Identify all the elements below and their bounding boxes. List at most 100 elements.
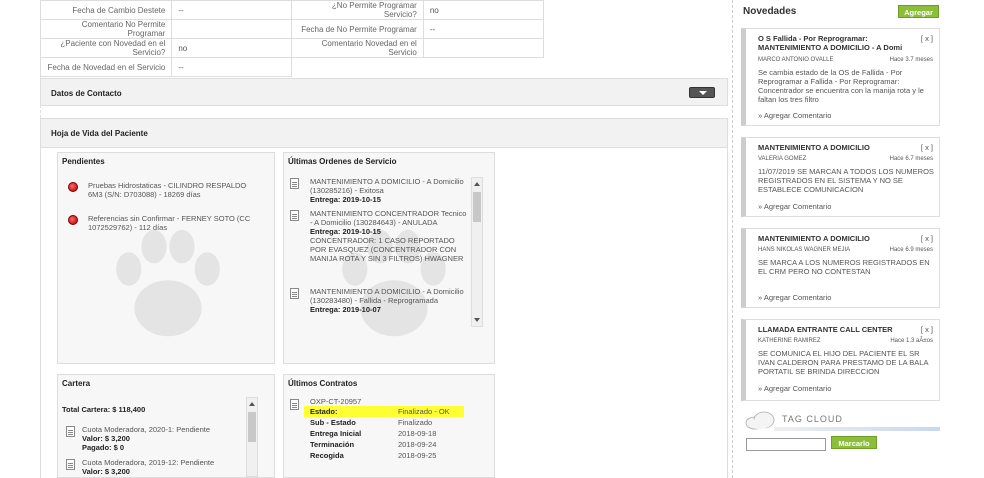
contrato-code[interactable]: OXP-CT-20957	[310, 397, 361, 406]
field-label: ¿Paciente con Novedad en el Servicio?	[39, 38, 173, 58]
novedad-ago: Hace 3.7 meses	[889, 57, 933, 63]
novedad-card: MANTENIMIENTO A DOMICILIO [ x ] VALERIA …	[741, 137, 940, 217]
contrato-key: Terminación	[310, 440, 355, 449]
orden-item[interactable]: MANTENIMIENTO CONCENTRADOR Tecnico - A D…	[290, 209, 468, 263]
field-label: Fecha de No Permite Programar	[291, 19, 424, 39]
pendientes-title: Pendientes	[62, 157, 105, 166]
novedad-title: LLAMADA ENTRANTE CALL CENTER	[758, 325, 893, 334]
novedad-body: SE MARCA A LOS NUMEROS REGISTRADOS EN EL…	[758, 258, 930, 276]
marcarlo-button[interactable]: Marcarlo	[831, 436, 877, 449]
pendiente-text: Pruebas Hidrostaticas - CILINDRO RESPALD…	[88, 181, 247, 199]
document-icon	[290, 210, 299, 221]
close-button[interactable]: [ x ]	[921, 143, 933, 152]
add-comment-link[interactable]: » Agregar Comentario	[758, 111, 831, 120]
field-label: Fecha de Novedad en el Servicio	[39, 57, 173, 77]
novedad-card: MANTENIMIENTO A DOMICILIO [ x ] HANS NIK…	[741, 228, 940, 308]
tag-cloud-divider	[774, 427, 940, 431]
cartera-item-pagado: Pagado: $ 0	[82, 443, 125, 452]
agregar-button[interactable]: Agregar	[898, 5, 939, 18]
novedad-ago: Hace 6.9 meses	[889, 247, 933, 253]
contrato-key: Entrega Inicial	[310, 429, 362, 438]
scroll-thumb[interactable]	[248, 412, 256, 442]
cartera-item[interactable]: Cuota Moderadora, 2020-1: Pendiente Valo…	[66, 425, 210, 452]
novedad-title: MANTENIMIENTO A DOMICILIO	[758, 234, 870, 243]
ordenes-scrollbar[interactable]	[471, 177, 483, 327]
orden-text: MANTENIMIENTO CONCENTRADOR Tecnico - A D…	[310, 209, 467, 227]
field-value	[171, 19, 293, 39]
novedad-card: O S Fallida - Por Reprogramar: MANTENIMI…	[741, 28, 940, 126]
novedad-body: 11/07/2019 SE MARCAN A TODOS LOS NUMEROS…	[758, 167, 934, 194]
cartera-total: Total Cartera: $ 118,400	[62, 405, 146, 414]
field-value: --	[171, 0, 293, 20]
contrato-value: 2018-09-25	[398, 451, 437, 460]
cartera-item-text: Cuota Moderadora, 2020-1: Pendiente	[82, 425, 211, 434]
orden-extra: CONCENTRADOR: 1 CASO REPORTADO POR EVASQ…	[310, 236, 464, 263]
document-icon	[290, 399, 299, 410]
contrato-key: Sub - Estado	[310, 418, 356, 427]
novedad-title: MANTENIMIENTO A DOMICILIO	[758, 143, 870, 152]
pendiente-text: Referencias sin Confirmar - FERNEY SOTO …	[88, 214, 251, 232]
field-value: no	[171, 38, 293, 58]
novedad-user: VALERIA GOMEZ	[758, 156, 807, 162]
cartera-item[interactable]: Cuota Moderadora, 2019-12: Pendiente Val…	[66, 458, 214, 476]
pendiente-item[interactable]: Pruebas Hidrostaticas - CILINDRO RESPALD…	[68, 181, 258, 199]
novedad-user: HANS NIKOLAS WAGNER MEJIA	[758, 247, 851, 253]
novedad-ago: Hace 6.7 meses	[889, 156, 933, 162]
field-value	[422, 38, 545, 58]
cartera-scrollbar[interactable]	[246, 397, 258, 477]
document-icon	[66, 426, 75, 437]
patient-fields-table: Fecha de Cambio Destete -- ¿No Permite P…	[39, 0, 545, 77]
orden-entrega: Entrega: 2019-10-07	[310, 305, 381, 314]
field-label: Fecha de Cambio Destete	[39, 0, 173, 20]
orden-item[interactable]: MANTENIMIENTO A DOMICILIO - A Domicilio …	[290, 177, 468, 204]
scroll-up-icon[interactable]	[474, 182, 480, 186]
orden-item[interactable]: MANTENIMIENTO A DOMICILIO - A Domicilio …	[290, 287, 468, 314]
life-panel: Pendientes Pruebas Hidrostaticas - CILIN…	[40, 148, 728, 478]
contrato-key: Estado:	[310, 407, 338, 416]
novedad-card: LLAMADA ENTRANTE CALL CENTER [ x ] KATHE…	[741, 319, 940, 401]
cartera-item-text: Cuota Moderadora, 2019-12: Pendiente	[82, 458, 215, 467]
close-button[interactable]: [ x ]	[921, 325, 933, 334]
tag-cloud-header: TAG CLOUD	[742, 408, 940, 434]
document-icon	[290, 288, 299, 299]
novedad-title: O S Fallida - Por Reprogramar: MANTENIMI…	[758, 34, 903, 52]
pendiente-item[interactable]: Referencias sin Confirmar - FERNEY SOTO …	[68, 214, 258, 232]
add-comment-link[interactable]: » Agregar Comentario	[758, 202, 831, 211]
scroll-up-icon[interactable]	[249, 402, 255, 406]
contrato-key: Recogida	[310, 451, 344, 460]
chevron-down-icon	[699, 91, 707, 95]
paw-watermark-icon	[116, 229, 220, 337]
close-button[interactable]: [ x ]	[921, 34, 933, 43]
life-section-header: Hoja de Vida del Paciente	[40, 118, 728, 148]
ordenes-box: Últimas Ordenes de Servicio MANTENIMIENT…	[283, 152, 495, 364]
contrato-value: 2018-09-18	[398, 429, 437, 438]
contrato-value: Finalizado - OK	[398, 407, 450, 416]
close-button[interactable]: [ x ]	[921, 234, 933, 243]
add-comment-link[interactable]: » Agregar Comentario	[758, 293, 831, 302]
novedades-title: Novedades	[743, 6, 797, 17]
contrato-value: 2018-09-24	[398, 440, 437, 449]
contact-section-header[interactable]: Datos de Contacto	[40, 78, 728, 106]
scroll-down-icon[interactable]	[474, 318, 480, 322]
expand-toggle-button[interactable]	[689, 87, 715, 98]
scroll-thumb[interactable]	[473, 192, 481, 222]
field-label: Comentario Novedad en el Servicio	[291, 38, 424, 58]
contratos-box: Últimos Contratos OXP-CT-20957 Estado: F…	[283, 374, 495, 478]
field-label: ¿No Permite Programar Servicio?	[291, 0, 424, 20]
document-icon	[290, 178, 299, 189]
novedades-sidebar: Novedades Agregar O S Fallida - Por Repr…	[738, 0, 984, 478]
contratos-title: Últimos Contratos	[288, 379, 358, 388]
contrato-value: Finalizado	[398, 418, 433, 427]
tag-input[interactable]	[746, 438, 826, 451]
cartera-title: Cartera	[62, 379, 91, 388]
document-icon	[66, 459, 75, 470]
orden-entrega: Entrega: 2019-10-15	[310, 195, 381, 204]
novedad-body: SE COMUNICA EL HIJO DEL PACIENTE EL SR I…	[758, 349, 929, 376]
alert-dot-icon	[68, 215, 78, 225]
cloud-icon	[745, 411, 775, 430]
field-value: --	[171, 57, 293, 77]
novedad-ago: Hace 1.3 aÃ±os	[890, 338, 933, 344]
field-value: --	[422, 19, 545, 39]
add-comment-link[interactable]: » Agregar Comentario	[758, 384, 831, 393]
novedad-user: KATHERINE RAMIREZ	[758, 338, 821, 344]
